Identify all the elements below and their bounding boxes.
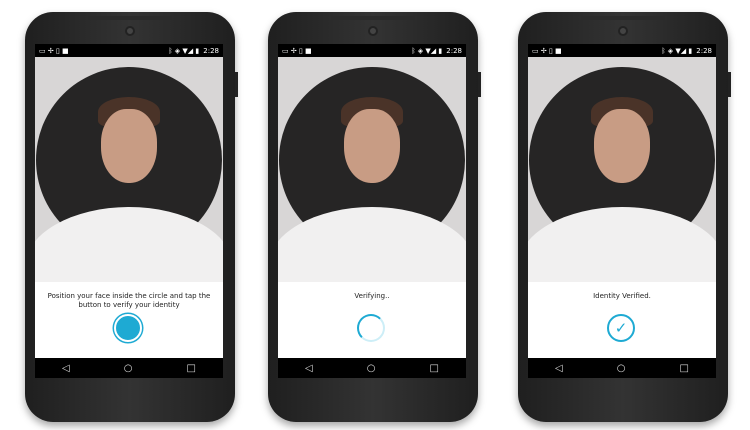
action-panel: Verifying.. [278,282,466,358]
nav-bar: ◁ ○ □ [278,358,466,378]
camera-icon [368,26,378,36]
loading-spinner-icon [357,314,385,342]
clock: 2:28 [696,46,712,55]
face [594,109,650,183]
status-bar: ▭ ✢ ▯ ■ ᛒ ◈ ▼◢ ▮ 2:28 [278,44,466,57]
nav-bar: ◁ ○ □ [528,358,716,378]
power-button [728,72,731,97]
status-message: Verifying.. [354,292,390,300]
home-icon[interactable]: ○ [367,363,376,374]
screen: ▭ ✢ ▯ ■ ᛒ ◈ ▼◢ ▮ 2:28 Identity Verified.… [528,44,716,378]
face [344,109,400,183]
notification-icons: ▭ ✢ ▯ ■ [39,46,69,55]
status-bar: ▭ ✢ ▯ ■ ᛒ ◈ ▼◢ ▮ 2:28 [528,44,716,57]
status-bar: ▭ ✢ ▯ ■ ᛒ ◈ ▼◢ ▮ 2:28 [35,44,223,57]
phone-verified: ▭ ✢ ▯ ■ ᛒ ◈ ▼◢ ▮ 2:28 Identity Verified.… [518,12,731,422]
screen: ▭ ✢ ▯ ■ ᛒ ◈ ▼◢ ▮ 2:28 Position your face… [35,44,223,378]
action-panel: Identity Verified. ✓ [528,282,716,358]
camera-preview [528,57,716,282]
clock: 2:28 [446,46,462,55]
screen: ▭ ✢ ▯ ■ ᛒ ◈ ▼◢ ▮ 2:28 Verifying.. ◁ ○ □ [278,44,466,378]
speaker [88,16,172,20]
status-message: Identity Verified. [593,292,651,300]
system-icons: ᛒ ◈ ▼◢ ▮ [411,46,443,55]
back-icon[interactable]: ◁ [555,363,563,374]
clock: 2:28 [203,46,219,55]
speaker [331,16,415,20]
action-panel: Position your face inside the circle and… [35,282,223,358]
camera-preview [278,57,466,282]
phone-verifying: ▭ ✢ ▯ ■ ᛒ ◈ ▼◢ ▮ 2:28 Verifying.. ◁ ○ □ [268,12,481,422]
recents-icon[interactable]: □ [680,363,689,374]
status-message: Position your face inside the circle and… [47,292,211,309]
power-button [478,72,481,97]
phone-idle: ▭ ✢ ▯ ■ ᛒ ◈ ▼◢ ▮ 2:28 Position your face… [25,12,238,422]
back-icon[interactable]: ◁ [62,363,70,374]
camera-preview [35,57,223,282]
capture-button[interactable] [114,314,142,342]
system-icons: ᛒ ◈ ▼◢ ▮ [168,46,200,55]
home-icon[interactable]: ○ [124,363,133,374]
home-icon[interactable]: ○ [617,363,626,374]
camera-icon [618,26,628,36]
power-button [235,72,238,97]
recents-icon[interactable]: □ [430,363,439,374]
recents-icon[interactable]: □ [187,363,196,374]
speaker [581,16,665,20]
check-icon: ✓ [607,314,635,342]
camera-icon [125,26,135,36]
nav-bar: ◁ ○ □ [35,358,223,378]
back-icon[interactable]: ◁ [305,363,313,374]
system-icons: ᛒ ◈ ▼◢ ▮ [661,46,693,55]
notification-icons: ▭ ✢ ▯ ■ [532,46,562,55]
face [101,109,157,183]
notification-icons: ▭ ✢ ▯ ■ [282,46,312,55]
